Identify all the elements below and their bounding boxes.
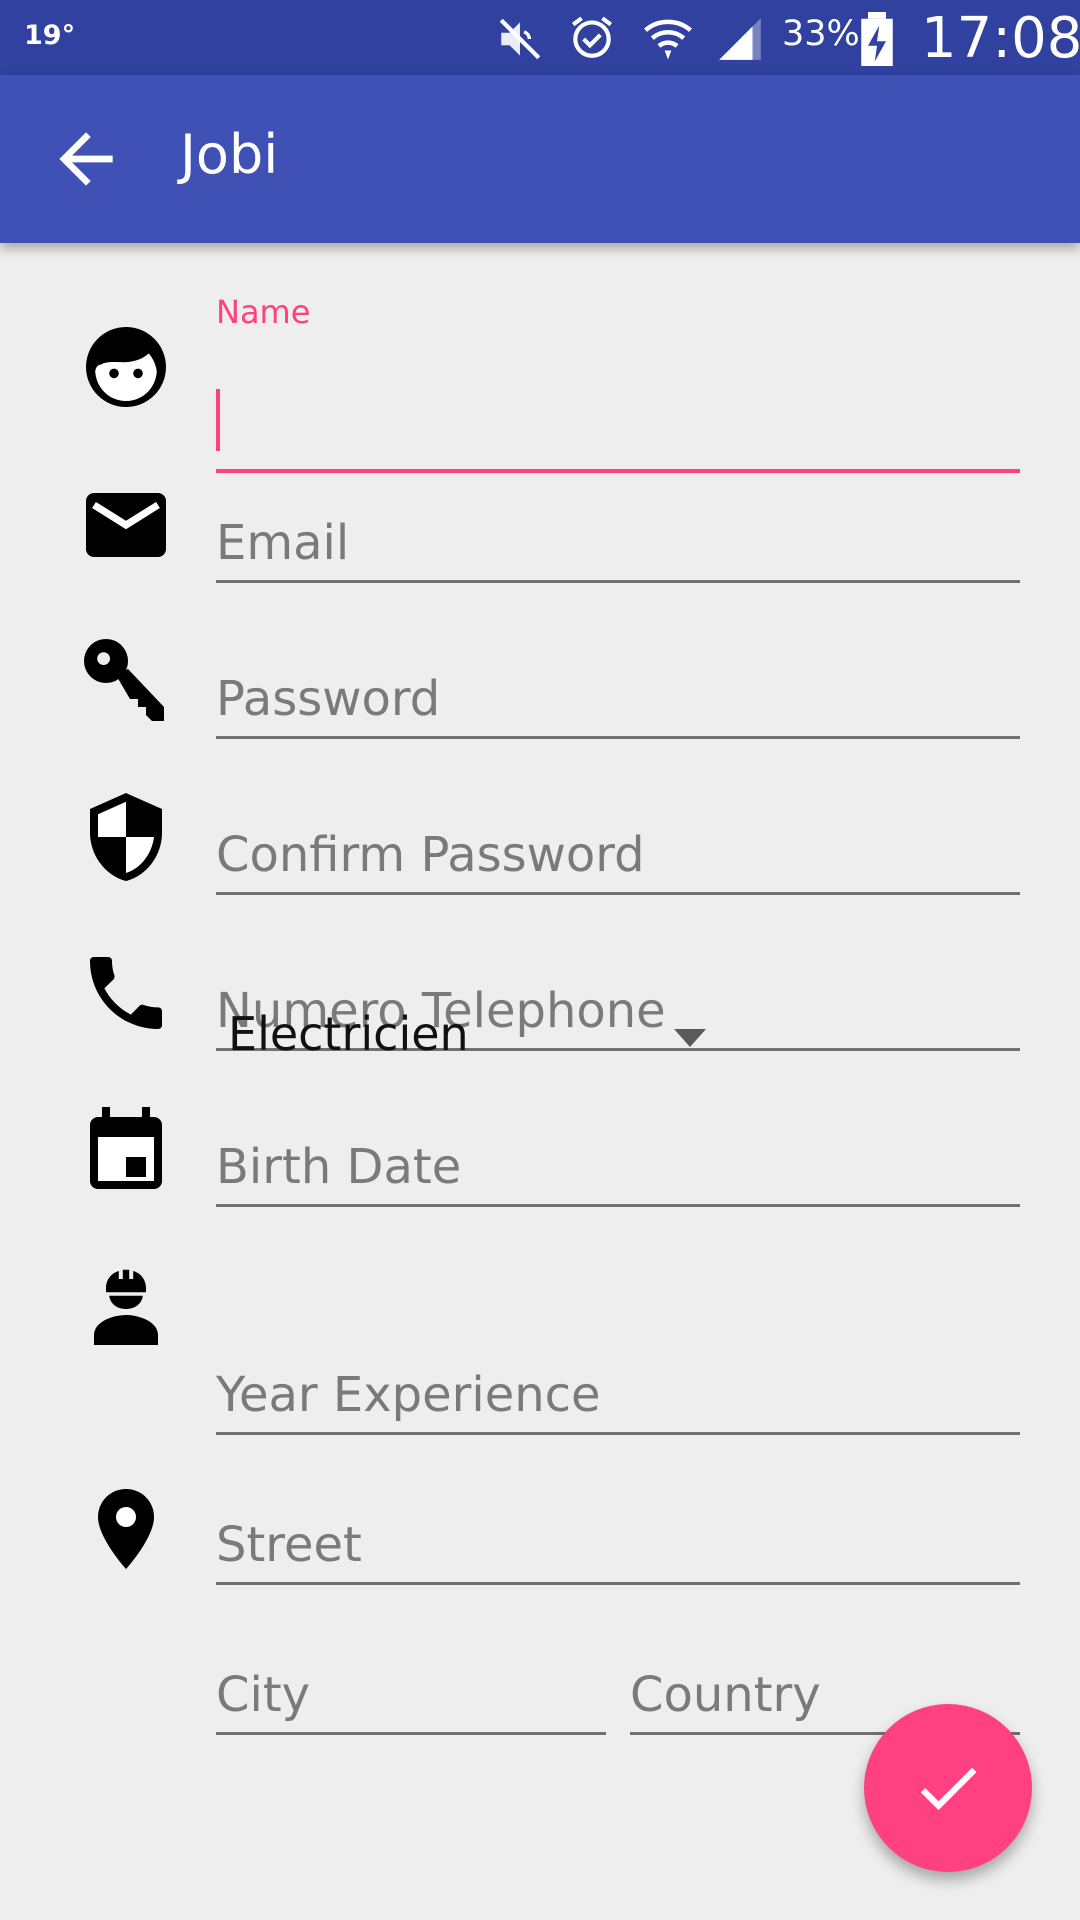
name-label: Name [216, 293, 311, 331]
birth-date-input[interactable] [216, 1127, 1020, 1207]
email-underline [216, 580, 1020, 583]
password-input[interactable] [216, 659, 1020, 739]
confirm-password-field[interactable] [216, 795, 1020, 895]
status-time: 17:08 [921, 6, 1080, 71]
back-button[interactable] [46, 119, 126, 199]
app-title: Jobi [180, 123, 279, 186]
birth-date-field[interactable] [216, 1107, 1020, 1207]
location-pin-icon [78, 1481, 174, 1577]
status-temperature: 19° [24, 20, 76, 51]
app-bar: Jobi [0, 75, 1080, 243]
confirm-password-underline [216, 892, 1020, 895]
dropdown-arrow-icon [674, 1029, 706, 1047]
arrow-back-icon [59, 132, 113, 186]
experience-underline [216, 1432, 1020, 1435]
experience-input[interactable] [216, 1355, 1020, 1435]
key-icon [78, 633, 174, 729]
confirm-password-input[interactable] [216, 815, 1020, 895]
name-underline [216, 469, 1020, 473]
street-field[interactable] [216, 1485, 1020, 1585]
profession-spinner[interactable]: Electricien [216, 985, 716, 1085]
signal-icon [719, 18, 761, 60]
submit-fab-button[interactable] [864, 1704, 1032, 1872]
password-underline [216, 736, 1020, 739]
phone-icon [78, 945, 174, 1041]
email-field[interactable] [216, 483, 1020, 583]
password-field[interactable] [216, 639, 1020, 739]
face-icon [78, 319, 174, 415]
name-field[interactable]: Name [216, 293, 1020, 473]
battery-charging-icon [861, 12, 893, 66]
street-input[interactable] [216, 1505, 1020, 1585]
birth-date-underline [216, 1204, 1020, 1207]
mute-icon [499, 18, 541, 60]
city-underline [216, 1732, 606, 1735]
city-field[interactable] [216, 1635, 606, 1735]
calendar-icon [78, 1101, 174, 1197]
email-input[interactable] [216, 503, 1020, 583]
alarm-icon [572, 16, 612, 58]
security-shield-icon [78, 789, 174, 885]
wifi-icon [643, 19, 693, 60]
experience-field[interactable] [216, 1335, 1020, 1435]
name-input[interactable] [216, 393, 1020, 473]
battery-percent: 33% [782, 14, 860, 54]
city-input[interactable] [216, 1655, 606, 1735]
registration-form: Name Email Numero Telephone Birth Date E… [0, 243, 1080, 1920]
status-bar: 19° 33% 17:08 [0, 0, 1080, 75]
profession-selected: Electricien [228, 1007, 469, 1061]
email-icon [78, 477, 174, 573]
check-icon [920, 1767, 977, 1811]
worker-icon [78, 1259, 174, 1355]
street-underline [216, 1582, 1020, 1585]
